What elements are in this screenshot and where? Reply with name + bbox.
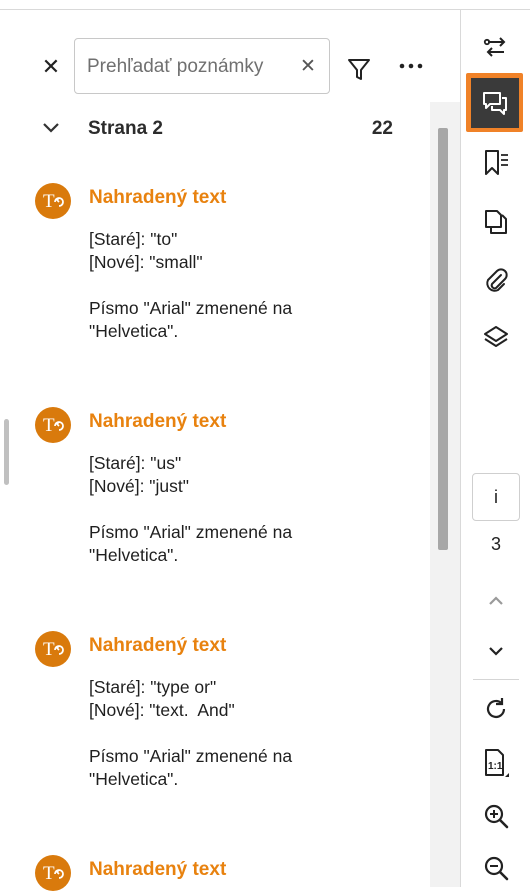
comments-icon bbox=[482, 91, 507, 115]
pages-icon bbox=[485, 210, 507, 234]
svg-text:T: T bbox=[43, 415, 55, 436]
comment-title: Nahradený text bbox=[89, 411, 227, 432]
close-panel-button[interactable]: ✕ bbox=[38, 54, 64, 80]
svg-text:1:1: 1:1 bbox=[488, 761, 503, 772]
attachments-icon bbox=[486, 268, 508, 292]
right-toolbar: i 3 1:1 bbox=[460, 10, 530, 887]
page-group-count: 22 bbox=[371, 118, 393, 139]
comment-title: Nahradený text bbox=[89, 859, 227, 880]
more-options-icon[interactable] bbox=[396, 54, 426, 78]
actual-size-icon: 1:1 bbox=[485, 749, 509, 777]
comments-button[interactable] bbox=[466, 73, 523, 132]
comment-item[interactable]: T Nahradený text [Staré]: "to" [Nové]: "… bbox=[0, 183, 430, 363]
previous-page-button[interactable] bbox=[473, 578, 519, 624]
bookmarks-icon bbox=[485, 150, 508, 175]
svg-text:T: T bbox=[43, 863, 55, 884]
comment-new-text: [Nové]: "text. And" bbox=[89, 700, 235, 720]
zoom-out-button[interactable] bbox=[473, 845, 519, 891]
toolbar-divider bbox=[473, 679, 519, 680]
rotate-icon bbox=[486, 698, 506, 718]
comment-old-text: [Staré]: "to" bbox=[89, 229, 178, 249]
page-group-header[interactable]: Strana 2 22 bbox=[0, 108, 430, 148]
pages-button[interactable] bbox=[473, 199, 519, 245]
rotate-button[interactable] bbox=[473, 686, 519, 732]
comment-item[interactable]: T Nahradený text [Staré]: "type or" [Nov… bbox=[0, 631, 430, 811]
comment-old-text: [Staré]: "us" bbox=[89, 453, 182, 473]
scrollbar-thumb[interactable] bbox=[438, 128, 448, 550]
page-group-title: Strana 2 bbox=[88, 118, 163, 139]
total-pages: 3 bbox=[490, 534, 501, 554]
comment-note-line: "Helvetica". bbox=[89, 545, 179, 565]
comment-item[interactable]: T Nahradený text [Staré]: "us" [Nové]: "… bbox=[0, 407, 430, 587]
attachments-button[interactable] bbox=[473, 257, 519, 303]
svg-text:T: T bbox=[43, 639, 55, 660]
compare-icon bbox=[483, 37, 506, 57]
comment-note-line: Písmo "Arial" zmenené na bbox=[89, 746, 293, 766]
current-page-field[interactable]: i bbox=[472, 473, 520, 521]
comment-note-line: "Helvetica". bbox=[89, 321, 179, 341]
comment-title: Nahradený text bbox=[89, 187, 227, 208]
search-input[interactable] bbox=[87, 53, 292, 81]
comment-note-line: "Helvetica". bbox=[89, 769, 179, 789]
comment-title: Nahradený text bbox=[89, 635, 227, 656]
bookmarks-button[interactable] bbox=[473, 140, 519, 186]
chevron-up-icon bbox=[489, 596, 503, 605]
next-page-button[interactable] bbox=[473, 628, 519, 674]
actual-size-button[interactable]: 1:1 bbox=[473, 740, 519, 786]
comment-note-line: Písmo "Arial" zmenené na bbox=[89, 522, 293, 542]
compare-button[interactable] bbox=[473, 24, 519, 70]
comment-new-text: [Nové]: "small" bbox=[89, 252, 203, 272]
chevron-down-icon[interactable] bbox=[40, 120, 62, 136]
replace-text-icon: T bbox=[35, 855, 71, 891]
layers-icon bbox=[484, 326, 508, 347]
svg-text:T: T bbox=[43, 191, 55, 212]
comment-item[interactable]: T Nahradený text bbox=[0, 855, 430, 891]
chevron-down-icon bbox=[489, 647, 503, 656]
clear-search-icon[interactable]: ✕ bbox=[297, 55, 319, 77]
comment-old-text: [Staré]: "type or" bbox=[89, 677, 217, 697]
search-box: ✕ bbox=[74, 38, 330, 94]
filter-icon[interactable] bbox=[344, 54, 374, 84]
zoom-in-button[interactable] bbox=[473, 793, 519, 839]
zoom-out-icon bbox=[484, 856, 509, 881]
replace-text-icon: T bbox=[35, 407, 71, 443]
comment-note-line: Písmo "Arial" zmenené na bbox=[89, 298, 293, 318]
layers-button[interactable] bbox=[473, 315, 519, 361]
zoom-in-icon bbox=[484, 804, 509, 829]
replace-text-icon: T bbox=[35, 183, 71, 219]
comment-new-text: [Nové]: "just" bbox=[89, 476, 189, 496]
replace-text-icon: T bbox=[35, 631, 71, 667]
